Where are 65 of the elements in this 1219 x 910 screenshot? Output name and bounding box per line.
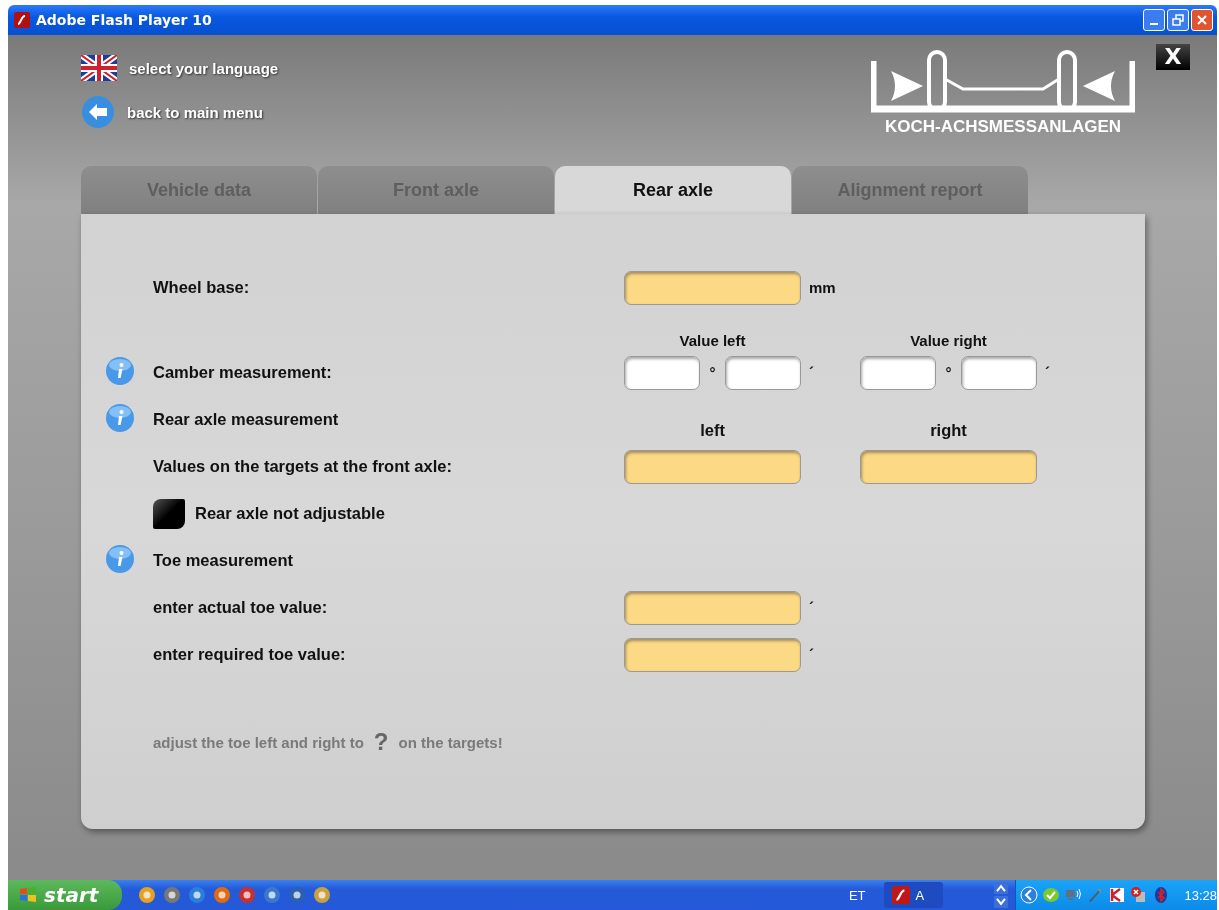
windows-logo-icon (18, 885, 38, 905)
restore-icon (1172, 14, 1184, 26)
unit-label: mm (808, 279, 837, 296)
degree-sign: ° (709, 364, 716, 381)
column-heading: left (699, 420, 726, 440)
chevron-icon[interactable] (1020, 886, 1039, 904)
start-button[interactable]: start (8, 880, 122, 910)
column-heading: right (929, 420, 968, 440)
flag-icon[interactable] (81, 55, 117, 81)
hint-text: on the targets! (398, 733, 503, 751)
column-heading: Value left (678, 332, 747, 349)
field-label: Values on the targets at the front axle: (153, 457, 453, 476)
clock: 13:28 (1184, 887, 1217, 903)
degree-sign: ° (945, 364, 952, 381)
field-label: Wheel base: (153, 278, 251, 297)
minimize-button[interactable] (1143, 9, 1165, 31)
checkbox[interactable] (153, 498, 185, 529)
field-label: enter required toe value: (153, 645, 347, 664)
section-label: Rear axle measurement (153, 410, 340, 429)
app-icon[interactable] (212, 886, 231, 904)
checkbox-label: Rear axle not adjustable (195, 504, 385, 523)
field-label: Camber measurement: (153, 363, 333, 382)
input-field[interactable] (860, 449, 1037, 484)
language-link[interactable]: select your language (129, 59, 279, 77)
minute-sign: ´ (1044, 364, 1051, 381)
input-field[interactable] (624, 590, 801, 625)
close-button[interactable] (1191, 9, 1213, 31)
close-icon (1196, 14, 1208, 26)
app-icon[interactable] (287, 886, 306, 904)
field-label: enter actual toe value: (153, 598, 329, 617)
tab[interactable]: Rear axle (555, 166, 791, 214)
restore-button[interactable] (1167, 9, 1189, 31)
unit-label: ´ (808, 599, 815, 616)
close-button[interactable]: X (1156, 44, 1190, 70)
flash-icon (14, 12, 30, 28)
info-icon[interactable] (105, 543, 135, 574)
scroll-arrows-icon[interactable] (993, 881, 1010, 909)
degree-field[interactable] (860, 355, 936, 390)
window-title: Adobe Flash Player 10 (36, 12, 213, 28)
minute-field[interactable] (961, 355, 1037, 390)
minimize-icon (1150, 23, 1158, 25)
app-icon[interactable] (262, 886, 281, 904)
input-field[interactable] (624, 270, 801, 305)
info-icon[interactable] (105, 402, 135, 433)
minute-sign: ´ (808, 364, 815, 381)
column-heading: Value right (909, 332, 988, 349)
app-icon[interactable] (162, 886, 181, 904)
app-icon[interactable] (187, 886, 206, 904)
taskbar-button[interactable]: A (883, 882, 944, 908)
info-icon[interactable] (105, 355, 135, 386)
question-mark-symbol: ? (373, 728, 389, 756)
unit-label: ´ (808, 646, 815, 663)
input-field[interactable] (624, 449, 801, 484)
hint-text: adjust the toe left and right to (153, 733, 364, 751)
minute-field[interactable] (725, 355, 801, 390)
app-icon[interactable] (312, 886, 331, 904)
degree-field[interactable] (624, 355, 700, 390)
input-field[interactable] (624, 637, 801, 672)
app-icon[interactable] (237, 886, 256, 904)
section-label: Toe measurement (153, 551, 294, 570)
flash-icon (891, 886, 910, 904)
back-link[interactable]: back to main menu (127, 103, 263, 121)
app-icon[interactable] (137, 886, 156, 904)
logo-text: KOCH-ACHSMESSANLAGEN (884, 117, 1122, 137)
language-indicator[interactable]: ET (848, 887, 866, 903)
